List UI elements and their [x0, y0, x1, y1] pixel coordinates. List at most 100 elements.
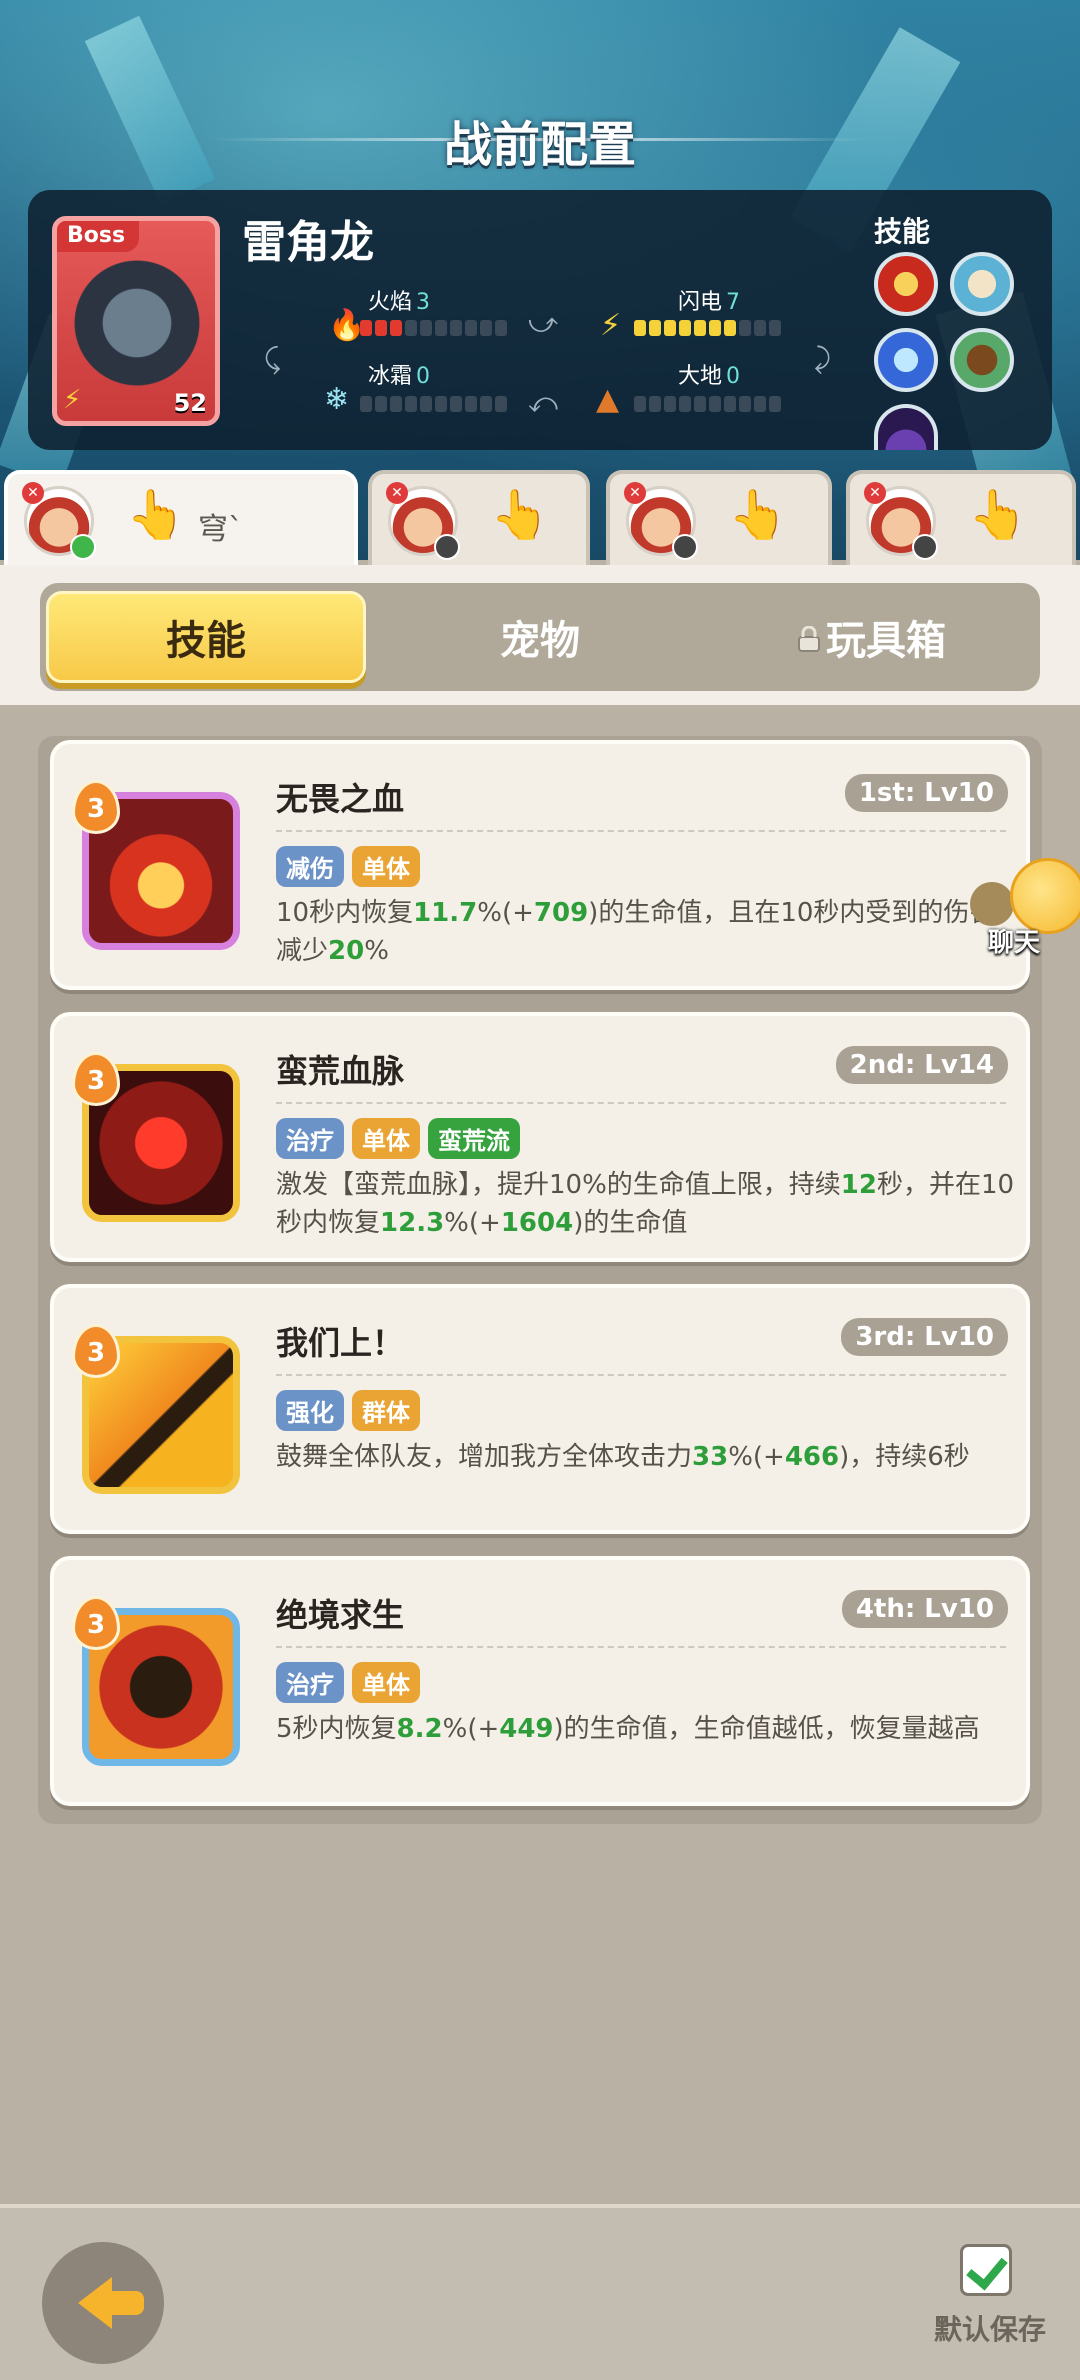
boss-portrait-card[interactable]: Boss ⚡ 52: [52, 216, 220, 426]
lightning-skill-icon[interactable]: [874, 328, 938, 392]
stat-bar-segment: [694, 320, 706, 336]
remove-hero-icon[interactable]: ✕: [22, 482, 44, 504]
boss-level: 52: [173, 389, 207, 417]
divider: [276, 1102, 1006, 1104]
stat-bar-segment: [664, 396, 676, 412]
stat-bar-segment: [679, 396, 691, 412]
boss-info-panel: Boss ⚡ 52 雷角龙 火焰 3 🔥 闪电 7 ⚡ 冰霜 0 ❄ 大地 0 ▲ ⤻ …: [28, 190, 1052, 450]
stat-thunder: 闪电 7: [678, 284, 740, 316]
default-save-checkbox[interactable]: [960, 2244, 1012, 2296]
stat-fire: 火焰 3: [368, 284, 430, 316]
cycle-arrow-icon: ⤹: [264, 342, 281, 375]
chat-label: 聊天: [988, 928, 1041, 958]
lightning-icon: ⚡: [600, 308, 622, 343]
skill-name: 绝境求生: [276, 1596, 405, 1634]
page-title: 战前配置: [443, 117, 636, 173]
stat-bar-segment: [739, 320, 751, 336]
thunder-element-icon: ⚡: [63, 385, 82, 415]
boss-name: 雷角龙: [242, 217, 374, 268]
hero-tab-4[interactable]: ✕ 👆: [846, 470, 1076, 565]
cycle-arrow-icon: ⤺: [528, 386, 558, 419]
skill-tag: 减伤: [276, 846, 344, 887]
dark-skill-icon[interactable]: [874, 404, 938, 450]
stat-bar-segment: [465, 320, 477, 336]
hero-tab-2[interactable]: ✕ 👆: [368, 470, 590, 565]
skill-rank: 4th: Lv10: [841, 1590, 1008, 1628]
boss-skills-label: 技能: [874, 215, 931, 248]
remove-hero-icon[interactable]: ✕: [624, 482, 646, 504]
divider: [276, 1374, 1006, 1376]
hero-status-badge-icon: [70, 534, 96, 560]
skill-tag: 强化: [276, 1390, 344, 1431]
hero-status-badge-icon: [912, 534, 938, 560]
stat-bar-segment: [420, 396, 432, 412]
remove-hero-icon[interactable]: ✕: [386, 482, 408, 504]
skill-tag: 蛮荒流: [428, 1118, 520, 1159]
stat-bar-segment: [390, 320, 402, 336]
stat-frost-bar: [360, 396, 507, 412]
pointing-hand-icon: 👆: [728, 487, 788, 543]
cycle-arrow-icon: ⤸: [814, 342, 831, 375]
skill-tag: 治疗: [276, 1662, 344, 1703]
stat-bar-segment: [649, 320, 661, 336]
skill-tag: 群体: [352, 1390, 420, 1431]
tab-pets-label: 宠物: [500, 618, 580, 664]
skill-card-2[interactable]: 3 蛮荒血脉 2nd: Lv14 治疗 单体 蛮荒流 激发【蛮荒血脉】，提升10…: [50, 1012, 1030, 1262]
remove-hero-icon[interactable]: ✕: [864, 482, 886, 504]
skill-rank: 2nd: Lv14: [835, 1046, 1008, 1084]
hero-tab-3[interactable]: ✕ 👆: [606, 470, 832, 565]
stat-bar-segment: [739, 396, 751, 412]
skill-level-badge: 3: [72, 1052, 120, 1106]
shield-skill-icon[interactable]: [950, 252, 1014, 316]
stat-bar-segment: [724, 320, 736, 336]
stat-bar-segment: [435, 396, 447, 412]
skill-rank: 1st: Lv10: [844, 774, 1008, 812]
fire-skill-icon[interactable]: [874, 252, 938, 316]
stat-earth-bar: [634, 396, 781, 412]
hero-status-badge-icon: [672, 534, 698, 560]
stat-bar-segment: [495, 320, 507, 336]
default-save-label: 默认保存: [934, 2313, 1047, 2346]
stat-bar-segment: [664, 320, 676, 336]
bottom-bar: 默认保存: [0, 2204, 1080, 2380]
skill-card-3[interactable]: 3 我们上！ 3rd: Lv10 强化 群体 鼓舞全体队友，增加我方全体攻击力3…: [50, 1284, 1030, 1534]
stat-bar-segment: [769, 396, 781, 412]
divider: [276, 1646, 1006, 1648]
divider: [276, 830, 1006, 832]
skill-list: 3 无畏之血 1st: Lv10 减伤 单体 10秒内恢复11.7%(+709)…: [38, 736, 1042, 1824]
skill-name: 无畏之血: [276, 780, 405, 818]
stat-frost-label: 冰霜: [368, 364, 413, 389]
tab-pets[interactable]: 宠物: [380, 591, 700, 683]
stat-fire-label: 火焰: [368, 290, 413, 315]
stat-frost-value: 0: [416, 364, 431, 389]
stat-bar-segment: [405, 320, 417, 336]
stat-bar-segment: [634, 320, 646, 336]
back-button[interactable]: [42, 2242, 164, 2364]
tab-skills[interactable]: 技能: [46, 591, 366, 683]
category-area: 技能 宠物 玩具箱: [0, 565, 1080, 705]
skill-description: 5秒内恢复8.2%(+449)的生命值，生命值越低，恢复量越高: [276, 1714, 980, 1744]
boss-portrait: [67, 251, 207, 411]
stat-bar-segment: [360, 396, 372, 412]
hero-status-badge-icon: [434, 534, 460, 560]
skill-name: 蛮荒血脉: [276, 1052, 405, 1090]
skill-card-4[interactable]: 3 绝境求生 4th: Lv10 治疗 单体 5秒内恢复8.2%(+449)的生…: [50, 1556, 1030, 1806]
skill-rank: 3rd: Lv10: [841, 1318, 1008, 1356]
stat-bar-segment: [649, 396, 661, 412]
monster-skill-icon[interactable]: [950, 328, 1014, 392]
skill-tag: 单体: [352, 846, 420, 887]
skill-card-1[interactable]: 3 无畏之血 1st: Lv10 减伤 单体 10秒内恢复11.7%(+709)…: [50, 740, 1030, 990]
page-title-banner: 战前配置: [210, 105, 870, 175]
tab-toybox[interactable]: 玩具箱: [712, 591, 1032, 683]
pointing-hand-icon: 👆: [126, 487, 186, 543]
pointing-hand-icon: 👆: [968, 487, 1028, 543]
chat-mascot-shadow-icon: [970, 882, 1014, 926]
stat-bar-segment: [480, 320, 492, 336]
hero-tab-1[interactable]: ✕ 👆 穹`: [4, 470, 358, 570]
hero-selector: ✕ 👆 穹` ✕ 👆 ✕ 👆 ✕ 👆: [0, 470, 1080, 570]
stat-bar-segment: [435, 320, 447, 336]
chat-button[interactable]: 聊天: [970, 858, 1080, 958]
stat-earth-value: 0: [726, 364, 741, 389]
stat-bar-segment: [390, 396, 402, 412]
skill-tag: 单体: [352, 1662, 420, 1703]
